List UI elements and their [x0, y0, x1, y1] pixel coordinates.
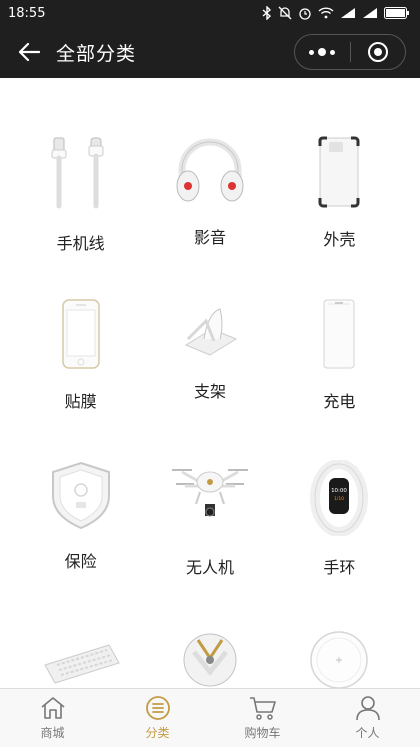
tab-bar: 商城 分类 购物车 个人	[0, 688, 420, 747]
tab-cart[interactable]: 购物车	[210, 689, 315, 747]
wifi-icon	[318, 7, 334, 19]
category-content: 手机线 影音 外壳 贴膜 支架 充电 保险 无人机 10:00 1/10 手环	[0, 78, 420, 688]
tab-profile[interactable]: 个人	[315, 689, 420, 747]
phone-case-icon	[299, 136, 379, 208]
category-icon	[145, 696, 170, 720]
category-item[interactable]: 无人机	[145, 402, 274, 577]
close-miniprogram-button[interactable]	[350, 35, 405, 69]
drone-icon	[170, 460, 250, 536]
more-button[interactable]	[295, 35, 350, 69]
tab-label: 个人	[355, 726, 380, 740]
speaker-icon	[170, 622, 250, 688]
status-bar: 18:55	[0, 0, 420, 26]
tab-category[interactable]: 分类	[105, 689, 210, 747]
signal-icon	[341, 8, 355, 18]
home-icon	[40, 697, 65, 719]
mute-icon	[278, 6, 292, 20]
dot-icon	[318, 48, 327, 56]
tab-label: 分类	[145, 726, 170, 740]
category-label: 支架	[193, 382, 226, 401]
band-date-text: 1/10	[334, 496, 344, 502]
category-item[interactable]: 手机线	[16, 78, 145, 253]
capsule-menu	[294, 34, 406, 70]
wireless-charger-icon	[299, 622, 379, 688]
category-item[interactable]	[16, 564, 145, 688]
category-item[interactable]	[145, 564, 274, 688]
status-icons	[262, 6, 410, 20]
page-title: 全部分类	[56, 42, 137, 65]
signal-icon	[363, 8, 377, 18]
keyboard-icon	[41, 622, 121, 688]
person-icon	[355, 696, 380, 721]
alarm-icon	[299, 8, 311, 20]
back-button[interactable]	[6, 26, 52, 78]
category-item[interactable]: 保险	[16, 402, 145, 571]
bluetooth-icon	[262, 6, 272, 20]
screen-protector-icon	[41, 298, 121, 370]
tab-home[interactable]: 商城	[0, 689, 105, 747]
category-grid: 手机线 影音 外壳 贴膜 支架 充电 保险 无人机 10:00 1/10 手环	[0, 78, 420, 688]
category-item[interactable]: 外壳	[275, 78, 404, 249]
nav-bar: 全部分类	[0, 26, 420, 78]
arrow-left-icon	[18, 42, 40, 62]
cart-icon	[249, 697, 276, 720]
band-time-text: 10:00	[331, 488, 347, 494]
tab-label: 商城	[40, 726, 65, 740]
fitness-band-icon: 10:00 1/10	[299, 460, 379, 536]
category-item[interactable]: 充电	[275, 240, 404, 411]
tab-label: 购物车	[244, 726, 281, 740]
cable-icon	[41, 136, 121, 212]
dot-icon	[330, 49, 336, 55]
category-item[interactable]: 影音	[145, 78, 274, 247]
dot-icon	[309, 49, 315, 55]
insurance-shield-icon	[41, 460, 121, 530]
headphones-icon	[170, 136, 250, 206]
battery-icon	[384, 7, 409, 19]
phone-stand-icon	[170, 298, 250, 360]
power-bank-icon	[299, 298, 379, 370]
target-close-icon	[367, 42, 388, 62]
category-item[interactable]	[275, 564, 404, 688]
status-time: 18:55	[8, 5, 46, 21]
category-item[interactable]: 支架	[145, 240, 274, 402]
category-item[interactable]: 10:00 1/10 手环	[275, 402, 404, 577]
category-item[interactable]: 贴膜	[16, 240, 145, 411]
